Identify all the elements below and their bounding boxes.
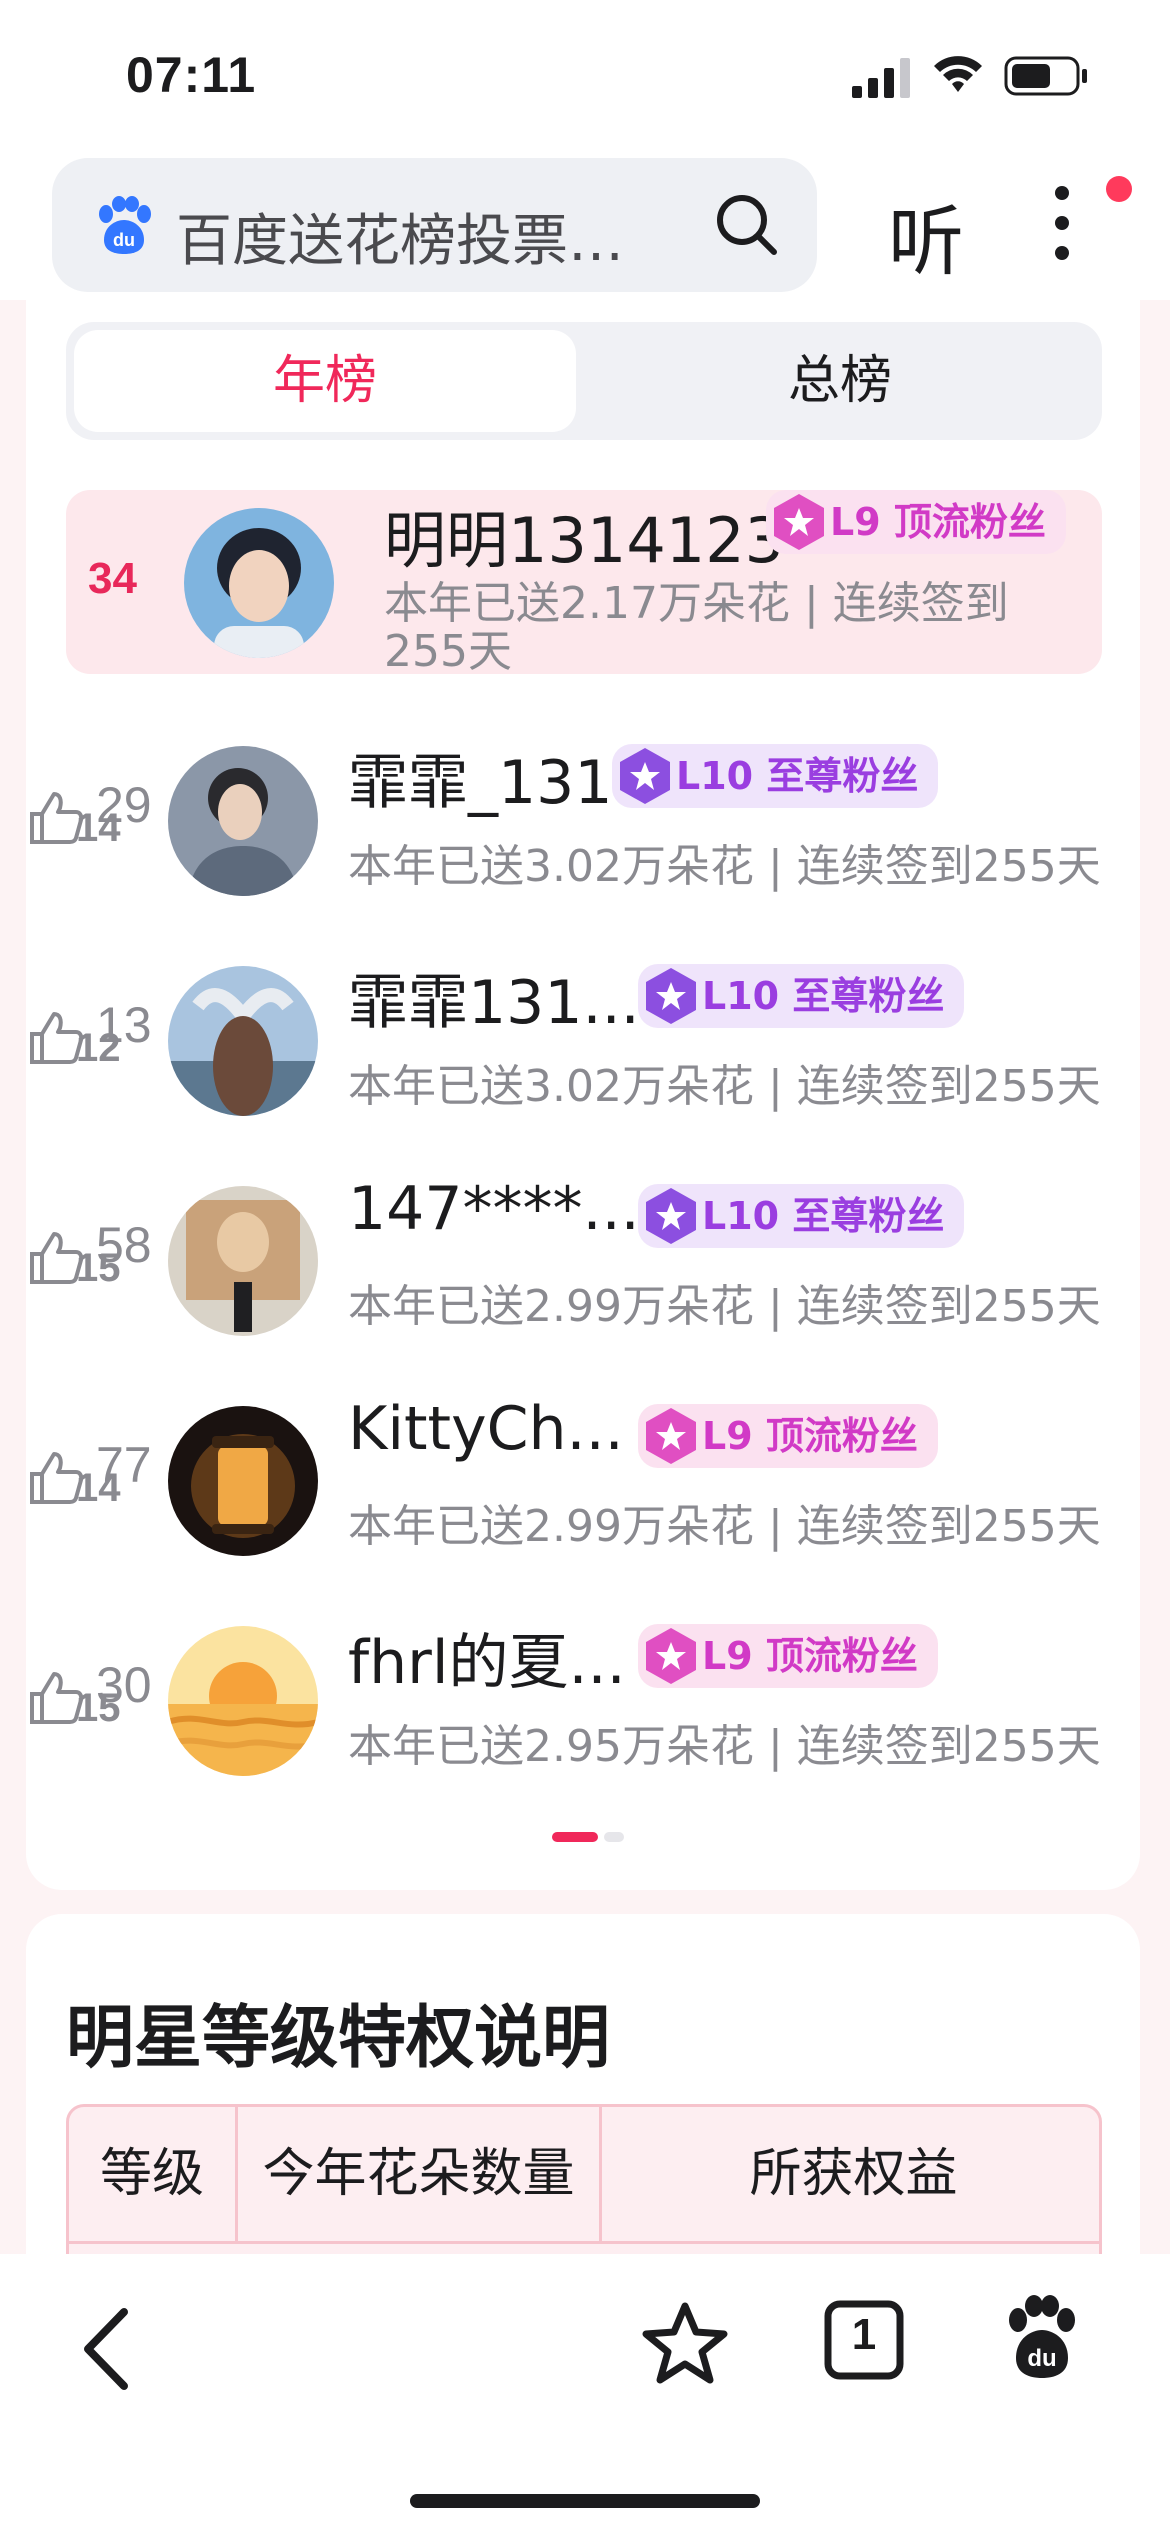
username: fhrl的夏... bbox=[348, 1628, 626, 1698]
notification-dot bbox=[1106, 176, 1132, 202]
list-item[interactable]: 58 15 147****... L10 至尊粉丝 本年已送2.99万朵花 | … bbox=[0, 1174, 1170, 1340]
like-count-overlay: 12 bbox=[76, 1026, 121, 1070]
search-bar[interactable]: du 百度送花榜投票… bbox=[52, 158, 817, 292]
like-count-overlay: 15 bbox=[76, 1246, 121, 1290]
level-badge: L10 至尊粉丝 bbox=[638, 1184, 965, 1248]
user-stat: 本年已送2.99万朵花 | 连续签到255天 bbox=[348, 1281, 1101, 1332]
table-header-benefits: 所获权益 bbox=[599, 2107, 1099, 2241]
hexagon-star-icon bbox=[646, 1188, 696, 1244]
like-count-overlay: 14 bbox=[76, 1466, 121, 1510]
level-badge: L9 顶流粉丝 bbox=[638, 1404, 938, 1468]
username: 霏霏_131 bbox=[348, 748, 613, 818]
more-icon[interactable] bbox=[1050, 186, 1074, 266]
battery-icon bbox=[1004, 56, 1087, 96]
avatar[interactable] bbox=[168, 746, 318, 896]
signal-icon bbox=[852, 58, 910, 98]
list-item[interactable]: 29 14 霏霏_131 L10 至尊粉丝 本年已送3.02万朵花 | 连续签到… bbox=[0, 740, 1170, 900]
wifi-icon bbox=[934, 56, 982, 92]
tab-count: 1 bbox=[851, 2310, 877, 2359]
page-dot-active bbox=[552, 1832, 598, 1842]
hexagon-star-icon bbox=[646, 968, 696, 1024]
list-item[interactable]: 77 14 KittyCh... L9 顶流粉丝 本年已送2.99万朵花 | 连… bbox=[0, 1394, 1170, 1560]
like-count-overlay: 15 bbox=[76, 1686, 121, 1730]
like-count-overlay: 14 bbox=[76, 806, 121, 850]
tabs-icon[interactable]: 1 bbox=[824, 2300, 904, 2380]
tab-total[interactable]: 总榜 bbox=[586, 330, 1094, 432]
user-stat: 本年已送2.95万朵花 | 连续签到255天 bbox=[348, 1721, 1101, 1772]
avatar[interactable] bbox=[168, 966, 318, 1116]
user-stat: 本年已送3.02万朵花 | 连续签到255天 bbox=[348, 1061, 1101, 1112]
page-dot bbox=[604, 1832, 624, 1842]
table-header-flowers: 今年花朵数量 bbox=[235, 2107, 599, 2241]
my-rank-number: 34 bbox=[88, 554, 137, 603]
user-stat: 本年已送3.02万朵花 | 连续签到255天 bbox=[348, 841, 1101, 892]
table-divider bbox=[69, 2241, 1099, 2244]
hexagon-star-icon bbox=[646, 1628, 696, 1684]
username: 147****... bbox=[348, 1174, 640, 1244]
tab-yearly[interactable]: 年榜 bbox=[74, 330, 576, 432]
status-bar: 07:11 bbox=[0, 0, 1170, 150]
svg-text:du: du bbox=[113, 230, 135, 250]
back-icon[interactable] bbox=[78, 2304, 138, 2394]
list-item[interactable]: 30 15 fhrl的夏... L9 顶流粉丝 本年已送2.95万朵花 | 连续… bbox=[0, 1620, 1170, 1780]
avatar[interactable] bbox=[184, 508, 334, 658]
avatar[interactable] bbox=[168, 1186, 318, 1336]
username: 霏霏131... bbox=[348, 968, 640, 1038]
avatar[interactable] bbox=[168, 1406, 318, 1556]
bottom-toolbar: 1 du bbox=[0, 2254, 1170, 2532]
search-query[interactable]: 百度送花榜投票… bbox=[176, 196, 624, 277]
baidu-home-icon[interactable]: du bbox=[1004, 2294, 1080, 2380]
hexagon-star-icon bbox=[774, 494, 824, 550]
hexagon-star-icon bbox=[646, 1408, 696, 1464]
star-icon[interactable] bbox=[640, 2300, 730, 2390]
username: KittyCh... bbox=[348, 1394, 624, 1464]
svg-text:du: du bbox=[1027, 2345, 1056, 2372]
level-badge: L10 至尊粉丝 bbox=[638, 964, 965, 1028]
baidu-paw-icon: du bbox=[99, 196, 151, 254]
user-stat: 本年已送2.99万朵花 | 连续签到255天 bbox=[348, 1501, 1101, 1552]
page-indicator bbox=[552, 1832, 624, 1842]
my-rank-entry[interactable]: 34 明明1314123 L9 顶流粉丝 本年已送2.17万朵花 | 连续签到2… bbox=[66, 490, 1102, 677]
status-time: 07:11 bbox=[126, 47, 257, 103]
listen-button[interactable]: 听 bbox=[888, 180, 964, 290]
my-username: 明明1314123 bbox=[384, 504, 785, 577]
home-indicator bbox=[410, 2494, 760, 2508]
ranking-tabs: 年榜 总榜 bbox=[66, 322, 1102, 440]
section-title: 明星等级特权说明 bbox=[66, 1999, 611, 2078]
search-icon[interactable] bbox=[712, 190, 782, 260]
level-badge: L9 顶流粉丝 bbox=[638, 1624, 938, 1688]
browser-header: du 百度送花榜投票… 听 bbox=[0, 150, 1170, 300]
level-badge: L9 顶流粉丝 bbox=[766, 490, 1066, 554]
my-stat: 本年已送2.17万朵花 | 连续签到255天 bbox=[384, 578, 1009, 677]
avatar[interactable] bbox=[168, 1626, 318, 1776]
hexagon-star-icon bbox=[620, 748, 670, 804]
table-header-level: 等级 bbox=[99, 2144, 204, 2204]
list-item[interactable]: 13 12 霏霏131... L10 至尊粉丝 本年已送3.02万朵花 | 连续… bbox=[0, 960, 1170, 1120]
level-badge: L10 至尊粉丝 bbox=[612, 744, 939, 808]
